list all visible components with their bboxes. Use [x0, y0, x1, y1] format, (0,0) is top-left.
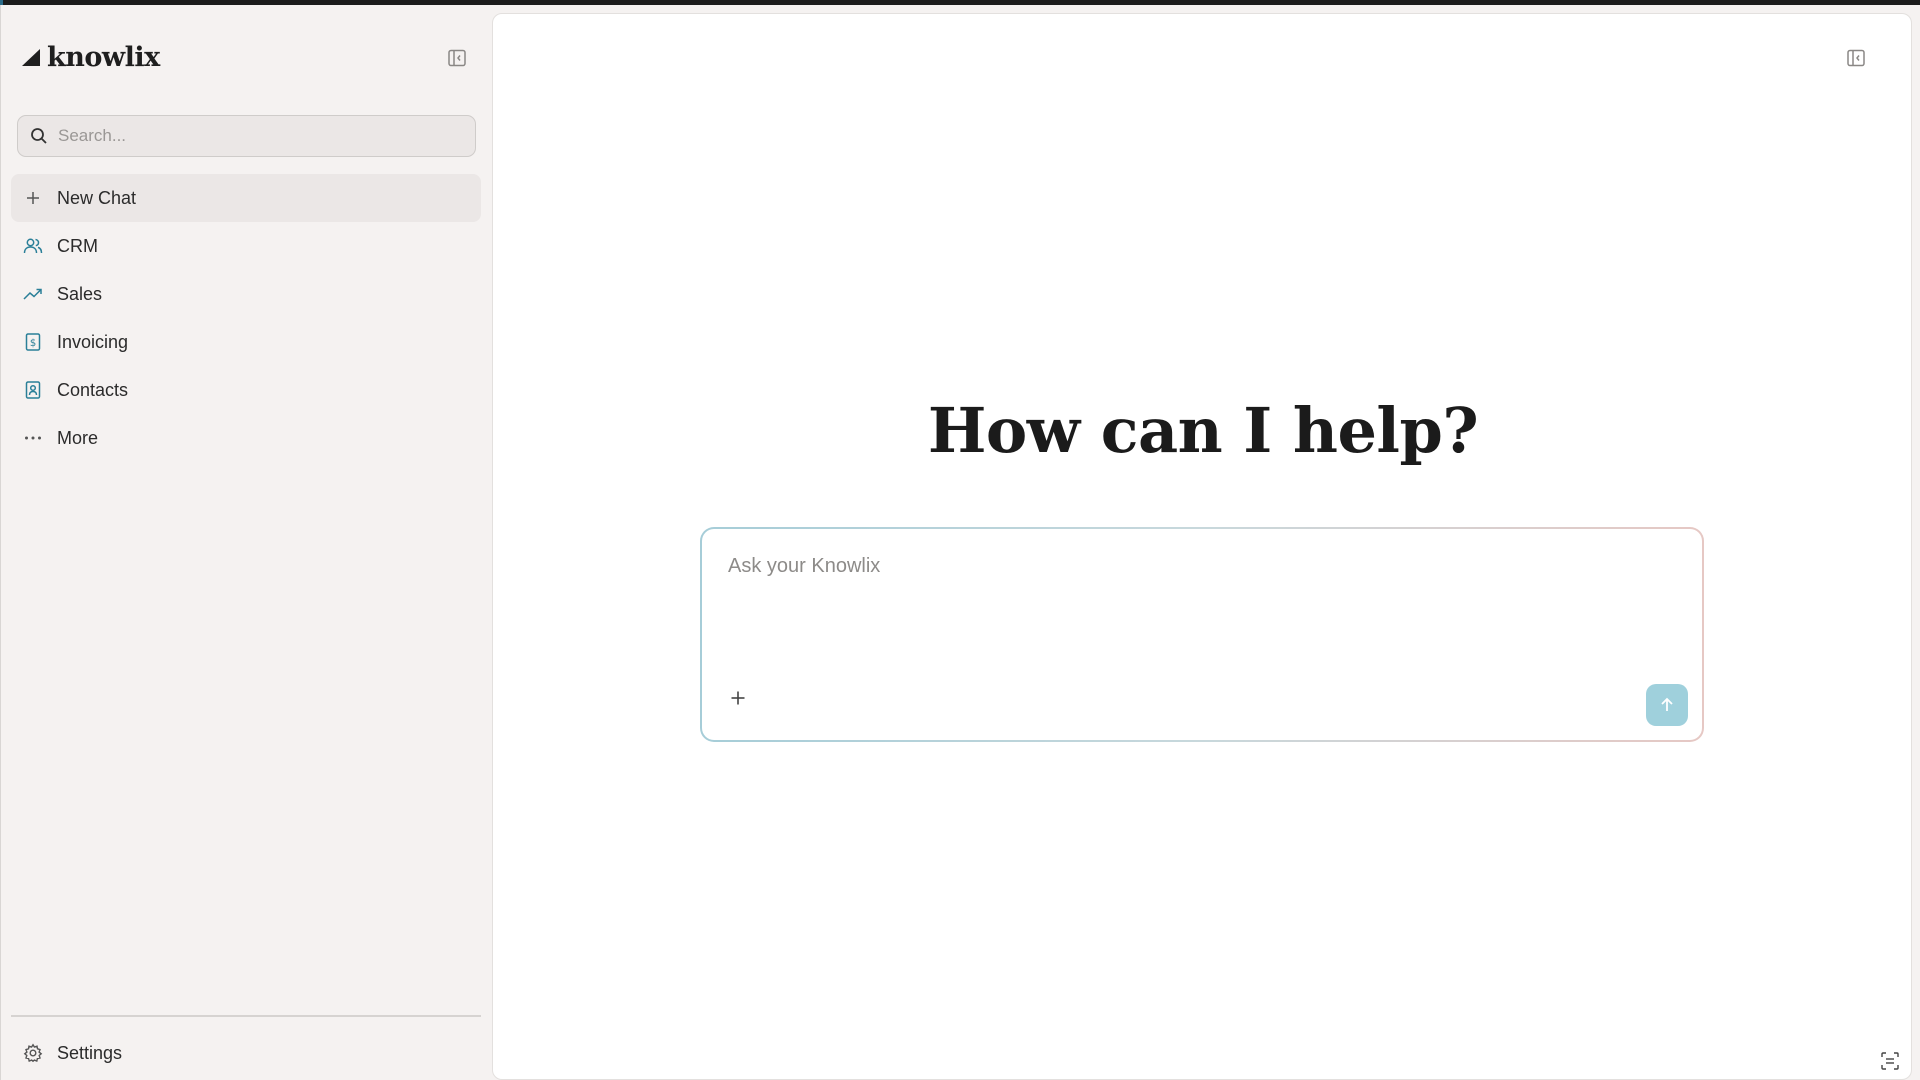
plus-icon: [731, 691, 745, 705]
contacts-icon: [23, 380, 43, 400]
screen-capture-icon[interactable]: [1880, 1051, 1900, 1071]
sidebar-divider: [11, 1015, 481, 1017]
composer-body: [702, 529, 1702, 740]
sidebar-item-sales[interactable]: Sales: [11, 270, 481, 318]
arrow-up-icon: [1661, 697, 1673, 711]
settings-button[interactable]: Settings: [11, 1031, 481, 1075]
sidebar-item-more[interactable]: More: [11, 414, 481, 462]
users-icon: [23, 236, 43, 256]
sidebar-toggle-icon: [448, 49, 466, 67]
page-title: How can I help?: [927, 394, 1479, 467]
search-box[interactable]: [17, 115, 476, 157]
trending-up-icon: [23, 284, 43, 304]
brand-logo[interactable]: knowlix: [21, 39, 160, 75]
invoice-icon: $: [23, 332, 43, 352]
settings-label: Settings: [57, 1042, 123, 1063]
collapse-sidebar-button[interactable]: [446, 47, 468, 69]
sidebar-item-crm[interactable]: CRM: [11, 222, 481, 270]
sidebar-item-label: More: [57, 427, 99, 448]
gear-icon: [23, 1043, 43, 1063]
send-button[interactable]: [1646, 684, 1688, 726]
sidebar-toggle-icon: [1847, 49, 1865, 67]
attach-button[interactable]: [726, 686, 750, 710]
plus-icon: [23, 188, 43, 208]
sidebar-item-new-chat[interactable]: New Chat: [11, 174, 481, 222]
search-icon: [31, 128, 47, 144]
app-window: knowlix New Chat: [0, 5, 1920, 1080]
sidebar-item-label: Sales: [57, 283, 103, 304]
sidebar-nav: New Chat CRM Sales $ Invoicing Contacts …: [11, 174, 481, 462]
search-input[interactable]: [58, 126, 458, 146]
chat-composer: [700, 527, 1704, 742]
chat-input[interactable]: [728, 555, 1668, 635]
sidebar-item-label: Contacts: [57, 379, 129, 400]
toggle-panel-button[interactable]: [1845, 47, 1867, 69]
svg-text:$: $: [30, 338, 36, 349]
sidebar-item-invoicing[interactable]: $ Invoicing: [11, 318, 481, 366]
sidebar-item-label: CRM: [57, 235, 98, 256]
sidebar-item-label: New Chat: [57, 187, 137, 208]
main-panel: How can I help?: [492, 13, 1912, 1080]
sidebar-item-contacts[interactable]: Contacts: [11, 366, 481, 414]
sidebar: knowlix New Chat: [0, 5, 490, 1080]
ellipsis-icon: [23, 428, 43, 448]
brand-name: knowlix: [47, 41, 160, 73]
sidebar-item-label: Invoicing: [57, 331, 129, 352]
knowlix-logo-icon: [22, 49, 40, 66]
